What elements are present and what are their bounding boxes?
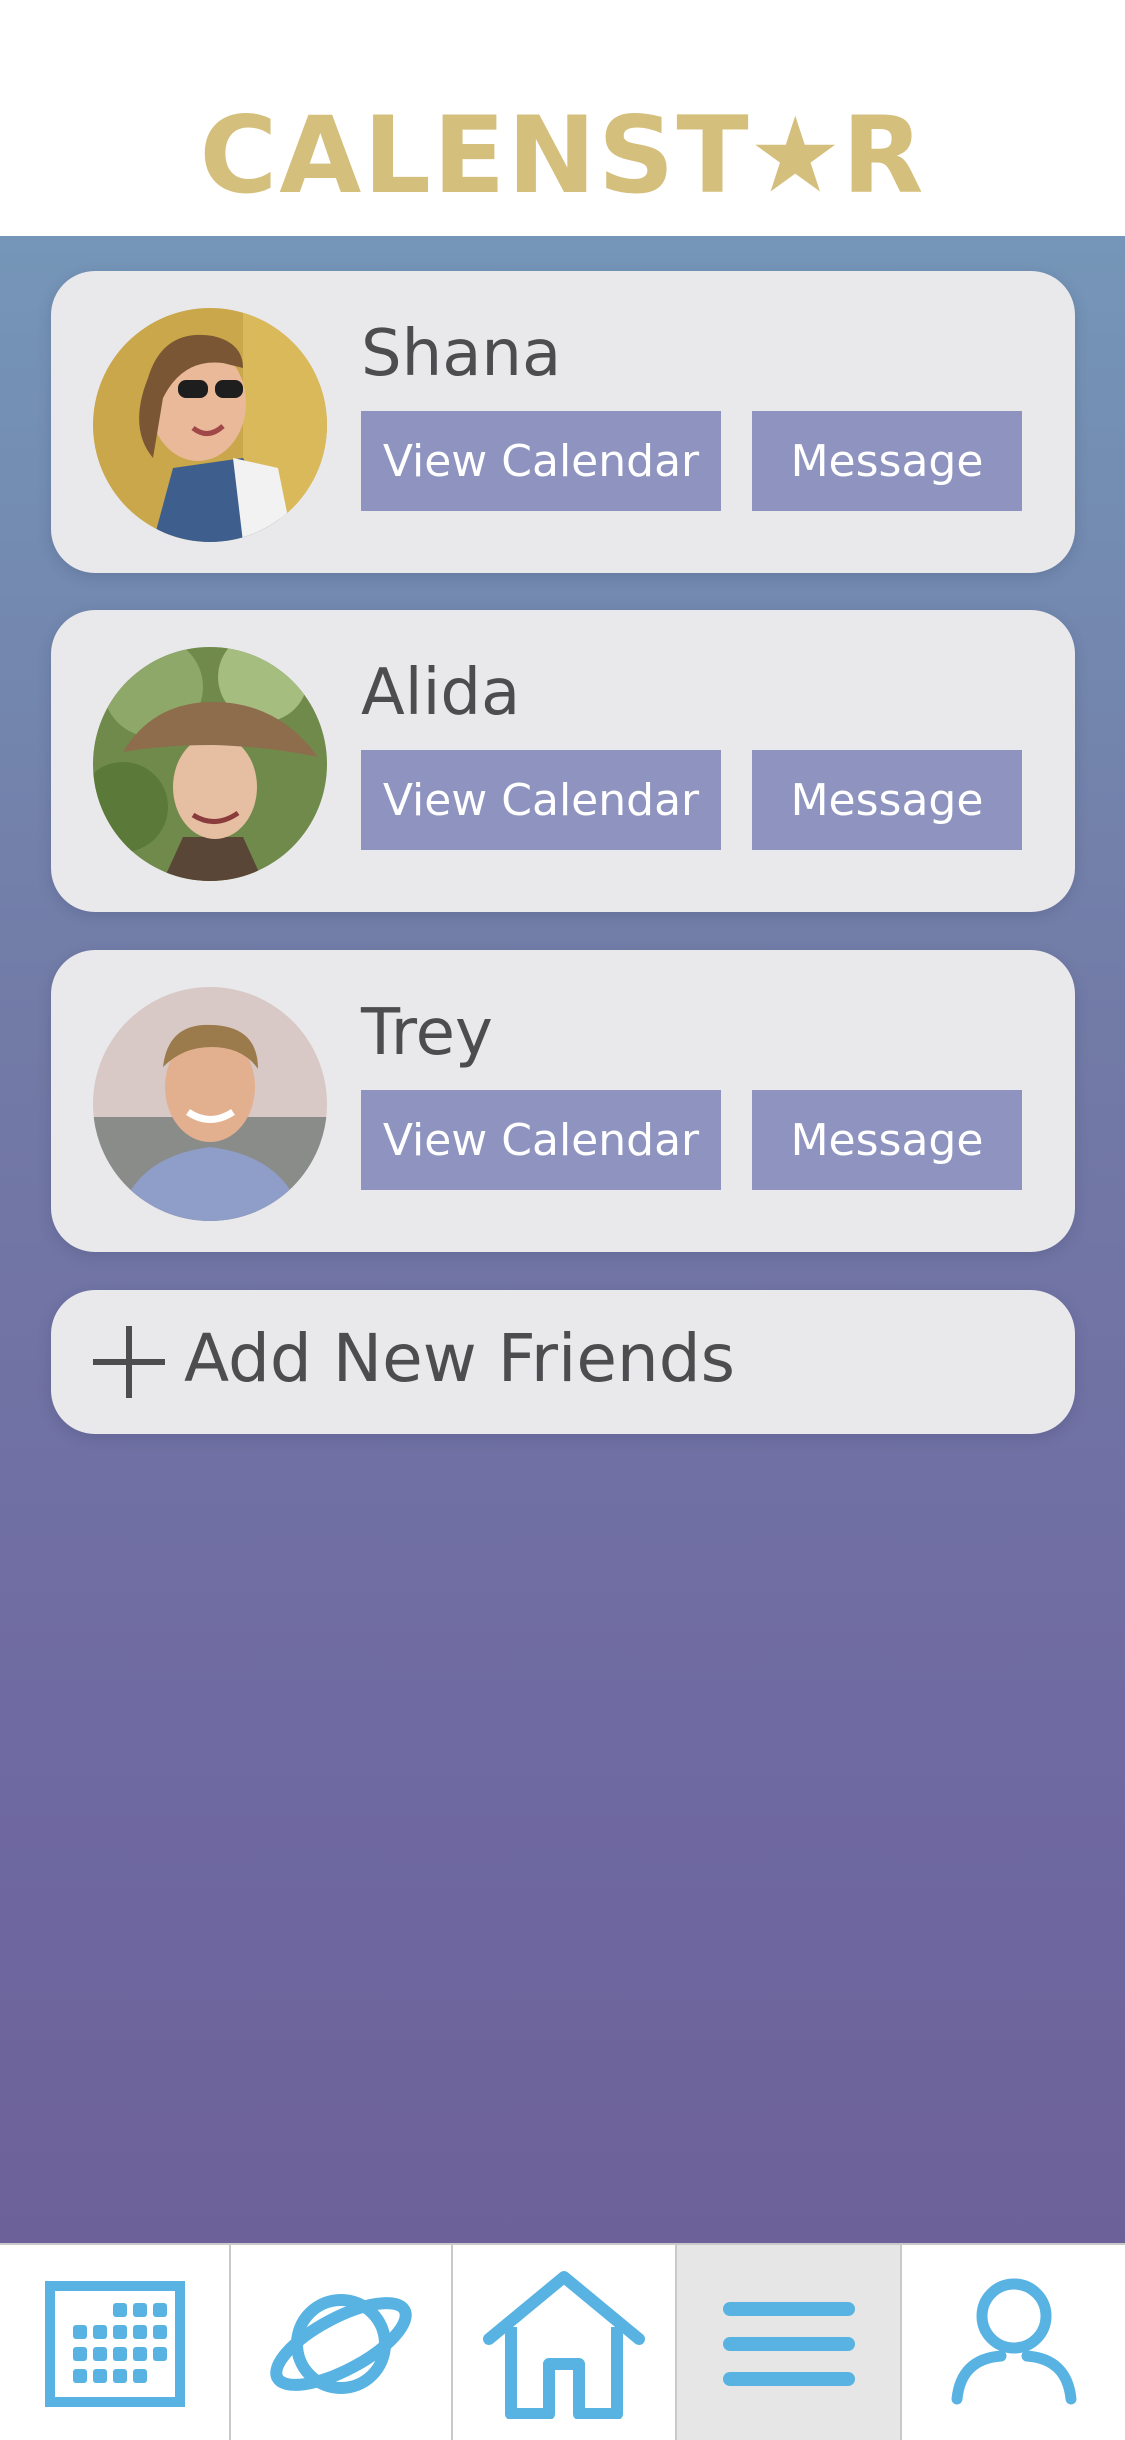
friend-name: Trey: [361, 996, 493, 1070]
bottom-nav: [0, 2243, 1125, 2440]
calendar-icon: [44, 2280, 185, 2407]
home-icon: [483, 2270, 645, 2419]
nav-profile[interactable]: [902, 2245, 1125, 2440]
plus-icon: [93, 1326, 165, 1398]
logo-star-icon: ★: [748, 94, 844, 216]
avatar: [93, 308, 327, 542]
add-new-friends-button[interactable]: Add New Friends: [51, 1290, 1075, 1434]
friend-name: Shana: [361, 317, 562, 391]
app-header: CALENST ★ R: [0, 0, 1125, 236]
avatar-photo: [93, 987, 327, 1221]
avatar-photo: [93, 308, 327, 542]
nav-explore[interactable]: [231, 2245, 453, 2440]
nav-calendar[interactable]: [0, 2245, 231, 2440]
avatar-photo: [93, 647, 327, 881]
menu-icon: [722, 2301, 855, 2386]
planet-icon: [270, 2293, 412, 2394]
view-calendar-button[interactable]: View Calendar: [361, 1090, 721, 1190]
message-button[interactable]: Message: [752, 1090, 1022, 1190]
nav-menu[interactable]: [677, 2245, 902, 2440]
friend-name: Alida: [361, 656, 521, 730]
message-button[interactable]: Message: [752, 411, 1022, 511]
calenstar-logo: CALENST ★ R: [199, 93, 926, 217]
friend-card: Trey View Calendar Message: [51, 950, 1075, 1252]
friends-list[interactable]: Shana View Calendar Message Alida View C…: [0, 236, 1125, 2243]
add-new-friends-label: Add New Friends: [184, 1320, 736, 1397]
view-calendar-button[interactable]: View Calendar: [361, 411, 721, 511]
nav-home[interactable]: [453, 2245, 677, 2440]
avatar: [93, 987, 327, 1221]
profile-icon: [951, 2278, 1076, 2404]
message-button[interactable]: Message: [752, 750, 1022, 850]
avatar: [93, 647, 327, 881]
friend-card: Shana View Calendar Message: [51, 271, 1075, 573]
friend-card: Alida View Calendar Message: [51, 610, 1075, 912]
view-calendar-button[interactable]: View Calendar: [361, 750, 721, 850]
